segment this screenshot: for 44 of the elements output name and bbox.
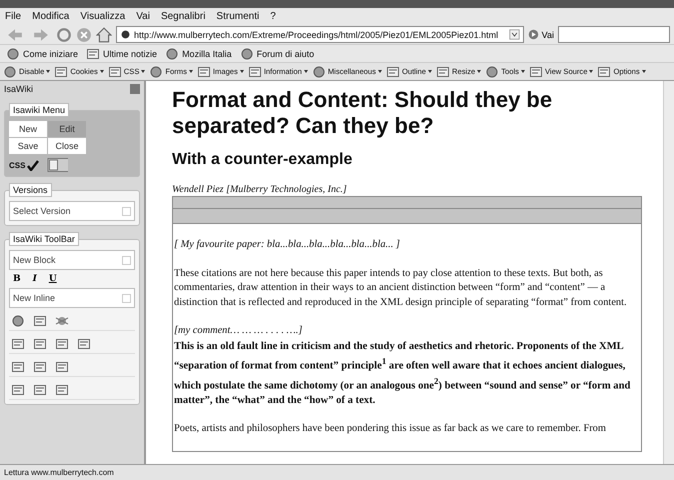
panel-legend: IsaWiki ToolBar	[9, 232, 79, 246]
menu-item[interactable]: Modifica	[32, 11, 70, 22]
go-icon	[528, 29, 539, 40]
menu-item[interactable]: Segnalibri	[160, 11, 206, 22]
format-button[interactable]: U	[48, 274, 57, 284]
article-title: Format and Content: Should they be separated? Can they be?	[172, 87, 554, 139]
menu-item[interactable]: ?	[270, 11, 276, 22]
format-button[interactable]: I	[32, 274, 37, 284]
paragraph: These citations are not here because this paper intends to pay close attention to these texts. But both, as commentaries, draw attention in their ways to an ancient distinction between “form” and “content” — a distinction that is reflected and reproduced in the XML design principle of separating “format” from content.	[174, 266, 628, 310]
dropdown-icon	[508, 29, 520, 40]
paper-link[interactable]: [ My favourite paper: bla...bla...bla...bla...bla...bla... ]	[174, 239, 400, 250]
document-icon	[54, 64, 68, 78]
status-text: Lettura www.mulberrytech.com	[0, 464, 674, 480]
version-select[interactable]: Select Version	[9, 201, 135, 221]
go-button[interactable]: Vai	[528, 29, 554, 40]
bookmark[interactable]: Forum di aiuto	[240, 46, 314, 60]
stop-icon	[76, 26, 92, 42]
paragraph: This is an old fault line in criticism and the study of aesthetics and rhetoric. Proponents of the XML “separation of format from content” principle$^{1}$ are often well aware that it echoes ancient dialogues, which postulate the same dichotomy (or an analogous one$^{2}$) between “sound and sense” or “form and matter”, the “what” and the “how” of a text.	[174, 340, 632, 408]
article-subtitle: With a counter-example	[172, 151, 354, 169]
wiki-button[interactable]: Save	[9, 138, 47, 154]
bookmark[interactable]: Ultime notizie	[86, 46, 158, 60]
block-select[interactable]: New Block	[9, 250, 135, 270]
menu-item[interactable]: Vai	[136, 11, 150, 22]
document-icon	[528, 64, 543, 78]
paragraph: Poets, artists and philosophers have been pondering this issue as far back as we care to remember. From	[174, 422, 607, 436]
comment-text: [my comment… … … . . . . ….]	[174, 324, 304, 338]
menu-item[interactable]: Strumenti	[216, 11, 260, 22]
address-field[interactable]: http://www.mulberrytech.com/Extreme/Proceedings/html/2005/Piez01/EML2005Piez01.html	[116, 26, 524, 43]
panel-legend: Isawiki Menu	[9, 103, 70, 117]
panel-title: IsaWiki	[4, 84, 33, 94]
search-field[interactable]	[558, 26, 670, 43]
wiki-button[interactable]: New	[9, 121, 47, 137]
bookmark[interactable]: Mozilla Italia	[165, 46, 232, 60]
close-button[interactable]	[130, 84, 140, 94]
author-line: Wendell Piez [Mulberry Technologies, Inc.]	[172, 183, 348, 196]
wiki-button[interactable]: Close	[48, 138, 86, 154]
menu-item[interactable]: File	[5, 11, 22, 22]
inline-select[interactable]: New Inline	[9, 288, 135, 308]
panel-legend: Versions	[9, 183, 52, 197]
scrollbar[interactable]	[663, 81, 674, 464]
css-label: CSS	[9, 160, 26, 170]
menu-item[interactable]: Visualizza	[80, 11, 126, 22]
format-button[interactable]: B	[13, 274, 21, 284]
bookmark[interactable]: Come iniziare	[6, 46, 78, 60]
